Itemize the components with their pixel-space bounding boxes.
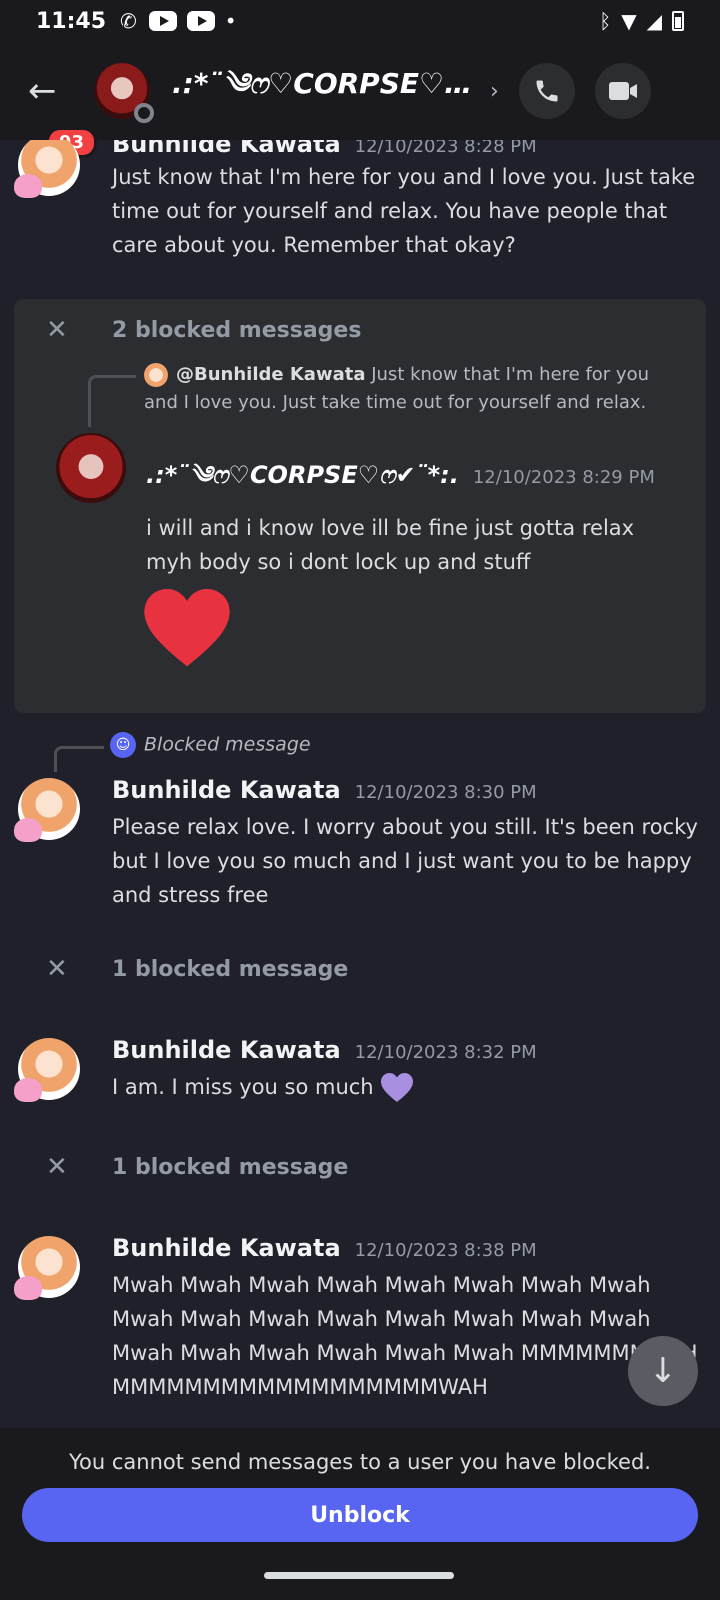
author-name[interactable]: Bunhilde Kawata xyxy=(112,776,341,804)
blocked-messages-toggle[interactable]: ✕ 1 blocked message xyxy=(46,1152,348,1182)
reply-reference[interactable]: ☺ Blocked message xyxy=(110,732,311,758)
message-text: i will and i know love ill be fine just … xyxy=(146,516,635,574)
author-name[interactable]: .:*¨༄ෆ♡CORPSE♡ෆ✔¨*:. xyxy=(146,461,459,489)
blocked-messages-toggle[interactable]: ✕ 1 blocked message xyxy=(46,954,348,984)
close-icon[interactable]: ✕ xyxy=(46,315,112,345)
jump-to-bottom-button[interactable]: ↓ xyxy=(628,1336,698,1406)
timestamp: 12/10/2023 8:38 PM xyxy=(354,1240,537,1261)
blocked-messages-toggle[interactable]: ✕ 2 blocked messages xyxy=(46,315,361,345)
reply-preview[interactable]: @Bunhilde Kawata Just know that I'm here… xyxy=(144,361,664,417)
youtube-icon xyxy=(186,11,215,31)
video-call-button[interactable] xyxy=(594,63,651,119)
avatar[interactable] xyxy=(56,433,126,503)
avatar[interactable] xyxy=(94,63,154,123)
message-author[interactable]: .:*¨༄ෆ♡CORPSE♡ෆ✔¨*:. 12/10/2023 8:29 PM xyxy=(146,449,655,516)
message-author[interactable]: Bunhilde Kawata 12/10/2023 8:38 PM xyxy=(112,1234,537,1262)
signal-icon: ◢ xyxy=(646,9,662,33)
avatar[interactable] xyxy=(14,778,80,842)
home-gesture-bar[interactable] xyxy=(264,1572,454,1579)
avatar[interactable] xyxy=(14,1038,80,1102)
avatar[interactable] xyxy=(14,140,80,198)
reply-connector xyxy=(54,746,104,772)
reply-author: @Bunhilde Kawata xyxy=(176,364,366,385)
youtube-icon xyxy=(148,11,177,31)
status-indicator xyxy=(134,103,154,123)
blocked-footer: You cannot send messages to a user you h… xyxy=(0,1428,720,1558)
channel-title[interactable]: .:*¨༄ෆ♡CORPSE♡… xyxy=(172,52,482,131)
discord-icon: ☺ xyxy=(110,732,136,758)
system-nav-bar xyxy=(0,1558,720,1600)
timestamp: 12/10/2023 8:32 PM xyxy=(354,1042,537,1063)
phone-icon xyxy=(536,80,558,102)
call-button[interactable] xyxy=(518,63,575,119)
timestamp: 12/10/2023 8:28 PM xyxy=(354,140,537,157)
video-icon xyxy=(608,82,637,100)
message-list[interactable]: Bunhilde Kawata 12/10/2023 8:28 PM Just k… xyxy=(0,140,720,1428)
phone-status-icon: ✆ xyxy=(120,9,137,33)
message-text: Mwah Mwah Mwah Mwah Mwah Mwah Mwah Mwah … xyxy=(112,1273,698,1399)
red-heart-emoji xyxy=(144,589,230,667)
timestamp: 12/10/2023 8:30 PM xyxy=(354,782,537,803)
close-icon[interactable]: ✕ xyxy=(46,954,112,984)
dot-icon: • xyxy=(224,9,237,33)
blocked-label[interactable]: 2 blocked messages xyxy=(112,318,361,343)
message-author[interactable]: Bunhilde Kawata 12/10/2023 8:32 PM xyxy=(112,1036,537,1064)
reply-ref-text: Blocked message xyxy=(144,733,311,756)
author-name[interactable]: Bunhilde Kawata xyxy=(112,1234,341,1262)
arrow-down-icon: ↓ xyxy=(648,1351,678,1391)
message-author[interactable]: Bunhilde Kawata 12/10/2023 8:28 PM xyxy=(112,140,537,158)
back-arrow-icon[interactable]: ← 93 xyxy=(28,71,98,158)
close-icon[interactable]: ✕ xyxy=(46,1152,112,1182)
battery-icon xyxy=(672,11,684,31)
chevron-right-icon[interactable]: › xyxy=(490,79,499,104)
channel-header: ← 93 .:*¨༄ෆ♡CORPSE♡… › xyxy=(0,42,720,158)
wifi-icon: ▼ xyxy=(621,9,637,33)
avatar xyxy=(144,363,168,387)
blocked-messages-group: ✕ 2 blocked messages @Bunhilde Kawata Ju… xyxy=(14,299,706,713)
bluetooth-icon: ᛒ xyxy=(599,9,612,33)
message-text: Please relax love. I worry about you sti… xyxy=(112,815,698,907)
message-author[interactable]: Bunhilde Kawata 12/10/2023 8:30 PM xyxy=(112,776,537,804)
message-text: Just know that I'm here for you and I lo… xyxy=(112,165,696,257)
author-name[interactable]: Bunhilde Kawata xyxy=(112,140,341,158)
blocked-label[interactable]: 1 blocked message xyxy=(112,957,348,982)
timestamp: 12/10/2023 8:29 PM xyxy=(472,467,655,488)
status-bar: 11:45 ✆ • ᛒ ▼ ◢ xyxy=(0,0,720,42)
reply-connector xyxy=(88,375,136,427)
purple-heart-emoji xyxy=(381,1073,414,1102)
avatar[interactable] xyxy=(14,1236,80,1300)
clock: 11:45 xyxy=(36,8,107,34)
author-name[interactable]: Bunhilde Kawata xyxy=(112,1036,341,1064)
blocked-notice: You cannot send messages to a user you h… xyxy=(69,1450,651,1474)
message-text: I am. I miss you so much xyxy=(112,1070,702,1104)
message-body: I am. I miss you so much xyxy=(112,1075,374,1099)
blocked-label[interactable]: 1 blocked message xyxy=(112,1155,348,1180)
unblock-button[interactable]: Unblock xyxy=(22,1488,698,1542)
